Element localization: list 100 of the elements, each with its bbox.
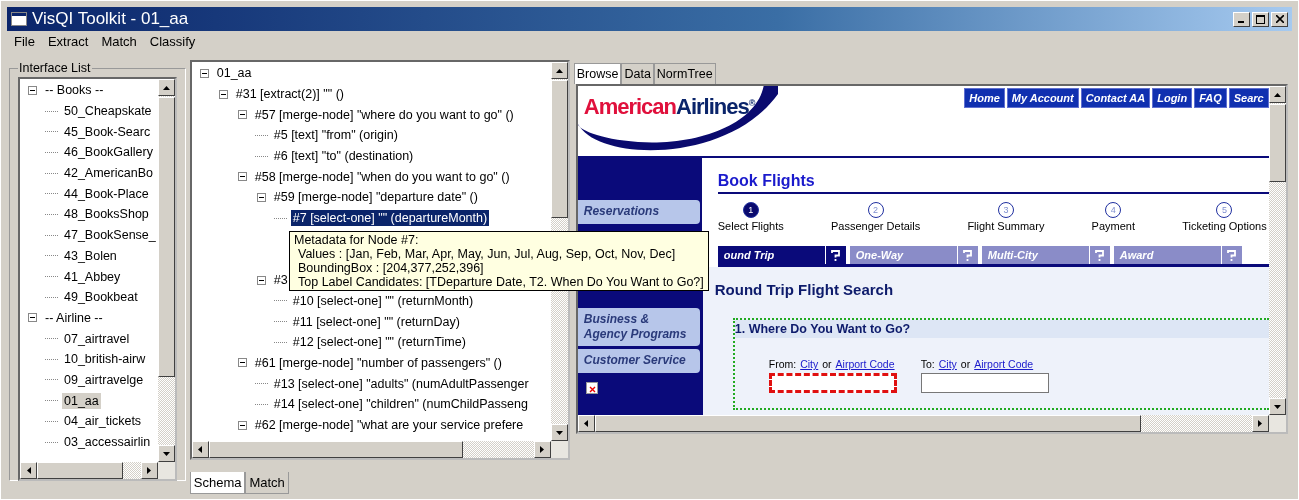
collapse-icon[interactable] [218, 89, 228, 99]
tree-item[interactable]: #62 [merge-node] "what are your service prefere [252, 417, 526, 434]
sidebar-link[interactable]: Business & Agency Programs [577, 308, 700, 346]
menu-item[interactable]: Extract [47, 34, 89, 50]
nav-link[interactable]: Home [964, 88, 1005, 108]
collapse-icon[interactable] [237, 110, 247, 120]
left-arrow-icon [198, 446, 203, 453]
city-link[interactable]: City [938, 358, 957, 370]
tree-item[interactable]: #7 [select-one] "" (departureMonth) [290, 210, 490, 227]
tree-item[interactable]: #31 [extract(2)] "" () [233, 86, 346, 103]
tree-item[interactable]: #5 [text] "from" (origin) [271, 127, 400, 144]
horizontal-scrollbar[interactable] [191, 441, 568, 458]
tab[interactable]: Match [245, 472, 289, 494]
nav-link[interactable]: My Account [1006, 88, 1079, 108]
tree-item[interactable]: 46_BookGallery [62, 144, 155, 161]
tab[interactable]: Schema [189, 472, 246, 494]
step-number: 2 [867, 202, 884, 218]
airline-logo[interactable]: AmericanAirlines$^{®}$ [583, 94, 755, 120]
tree-item[interactable]: 09_airtravelge [62, 371, 146, 388]
menu-item[interactable]: Classify [149, 34, 196, 50]
tree-item[interactable]: 49_Bookbeat [62, 289, 140, 306]
collapse-icon[interactable] [256, 192, 266, 202]
scrollbar-thumb[interactable] [37, 462, 123, 479]
tree-item[interactable]: 47_BookSense_ [62, 227, 158, 244]
city-link[interactable]: City [800, 358, 819, 370]
tree-item[interactable]: 48_BooksShop [62, 206, 151, 223]
maximize-button[interactable] [1252, 11, 1269, 27]
scrollbar-thumb[interactable] [594, 415, 1141, 432]
scroll-down-button[interactable] [157, 445, 175, 462]
sidebar-link[interactable]: Customer Service [577, 349, 700, 373]
nav-link[interactable]: Searc [1228, 88, 1269, 108]
scroll-left-button[interactable] [577, 415, 595, 432]
nav-link[interactable]: Contact AA [1080, 88, 1151, 108]
tree-item[interactable]: #61 [merge-node] "number of passengers" () [252, 354, 504, 371]
tooltip-line: Top Label Candidates: [TDeparture Date, T2. When Do You Want to Go?] [297, 275, 704, 289]
tree-item[interactable]: 07_airtravel [62, 330, 132, 347]
scroll-left-button[interactable] [20, 462, 37, 479]
tree-item[interactable]: 03_accessairlin [62, 434, 153, 451]
tree-item[interactable]: #12 [select-one] "" (returnTime) [290, 334, 468, 351]
up-arrow-icon [555, 68, 563, 73]
tree-item[interactable]: 42_AmericanBo [62, 165, 155, 182]
maximize-icon [1256, 14, 1265, 24]
scrollbar-thumb[interactable] [550, 80, 568, 218]
menu-item[interactable]: Match [101, 34, 137, 50]
tree-item[interactable]: 01_aa [62, 392, 101, 409]
collapse-icon[interactable] [237, 420, 247, 430]
collapse-icon[interactable] [237, 172, 247, 182]
collapse-icon[interactable] [28, 85, 37, 95]
tree-item[interactable]: -- Airline -- [43, 309, 105, 326]
tree-item[interactable]: 01_aa [214, 65, 254, 82]
search-tab[interactable]: ound Trip [717, 246, 825, 264]
nav-link[interactable]: Login [1152, 88, 1193, 108]
scroll-up-button[interactable] [157, 79, 175, 96]
horizontal-scrollbar[interactable] [577, 415, 1286, 432]
search-title: Round Trip Flight Search [714, 281, 895, 298]
vertical-scrollbar[interactable] [157, 79, 175, 462]
tree-item[interactable]: #58 [merge-node] "when do you want to go" () [252, 168, 512, 185]
step-label: Select Flights [717, 220, 784, 232]
tree-item[interactable]: 43_Bolen [62, 247, 119, 264]
scrollbar-thumb[interactable] [157, 97, 175, 377]
scrollbar-thumb[interactable] [208, 441, 463, 458]
tree-item[interactable]: #57 [merge-node] "where do you want to go" () [252, 106, 516, 123]
scroll-left-button[interactable] [191, 441, 209, 458]
down-arrow-icon [162, 451, 170, 456]
input-field[interactable] [920, 373, 1049, 393]
airport-code-link[interactable]: Airport Code [974, 358, 1034, 370]
right-arrow-icon [147, 467, 152, 474]
tree-item[interactable]: 04_air_tickets [62, 413, 144, 430]
tree-item[interactable]: #11 [select-one] "" (returnDay) [290, 313, 462, 330]
tree-item[interactable]: 41_Abbey [62, 268, 123, 285]
tree-item[interactable]: #10 [select-one] "" (returnMonth) [290, 292, 476, 309]
airport-code-link[interactable]: Airport Code [835, 358, 895, 370]
step-number: 4 [1105, 202, 1122, 218]
tree-item[interactable]: 44_Book-Place [62, 185, 151, 202]
horizontal-scrollbar[interactable] [20, 462, 175, 479]
minimize-button[interactable] [1233, 11, 1250, 27]
collapse-icon[interactable] [237, 358, 247, 368]
scrollbar-thumb[interactable] [1268, 104, 1286, 182]
sidebar-link[interactable]: Reservations [577, 200, 700, 224]
scroll-down-button[interactable] [550, 424, 568, 441]
tree-item[interactable]: -- Books -- [43, 82, 106, 99]
collapse-icon[interactable] [199, 68, 209, 78]
tree-item[interactable]: #59 [merge-node] "departure date" () [271, 189, 480, 206]
tree-item[interactable]: #6 [text] "to" (destination) [271, 148, 416, 165]
tab[interactable]: Browse [573, 63, 622, 84]
tree-item[interactable]: #13 [select-one] "adults" (numAdultPassenger [271, 375, 531, 392]
tree-item[interactable]: 45_Book-Searc [62, 123, 153, 140]
help-button[interactable] [824, 246, 846, 264]
close-button[interactable] [1271, 11, 1288, 27]
menu-item[interactable]: File [14, 34, 35, 50]
scroll-up-button[interactable] [550, 62, 568, 79]
collapse-icon[interactable] [28, 313, 37, 323]
vertical-scrollbar[interactable] [1268, 86, 1286, 415]
collapse-icon[interactable] [256, 275, 266, 285]
input-field[interactable] [768, 373, 897, 393]
tree-item[interactable]: #3 [271, 272, 290, 289]
nav-link[interactable]: FAQ [1194, 88, 1227, 108]
tree-item[interactable]: 10_british-airw [62, 351, 148, 368]
tree-item[interactable]: #14 [select-one] "children" (numChildPasseng [271, 396, 530, 413]
tree-item[interactable]: 50_Cheapskate [62, 103, 154, 120]
